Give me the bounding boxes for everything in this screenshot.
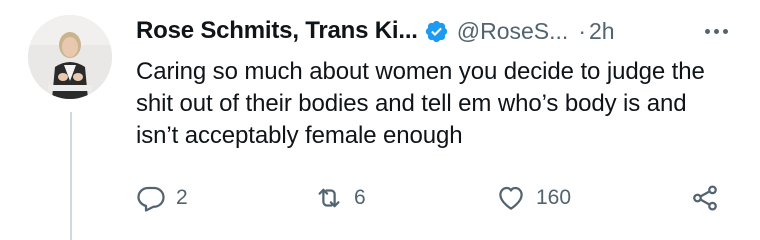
verified-badge-icon xyxy=(424,19,449,44)
author-handle[interactable]: @RoseS... xyxy=(457,18,569,45)
tweet-text: Caring so much about women you decide to… xyxy=(136,58,705,149)
share-icon xyxy=(690,183,720,213)
author-name[interactable]: Rose Schmits, Trans Ki... xyxy=(136,17,418,45)
timestamp[interactable]: 2h xyxy=(589,18,615,45)
retweet-count: 6 xyxy=(354,186,366,209)
like-button[interactable]: 160 xyxy=(496,180,571,216)
retweet-button[interactable]: 6 xyxy=(314,180,366,216)
reply-icon xyxy=(136,183,166,213)
tweet-header: Rose Schmits, Trans Ki... @RoseS... · 2h xyxy=(136,14,736,48)
avatar[interactable] xyxy=(28,15,112,99)
reply-button[interactable]: 2 xyxy=(136,180,188,216)
like-count: 160 xyxy=(536,186,572,209)
share-button[interactable] xyxy=(690,180,720,216)
tweet-actions: 2 6 160 xyxy=(136,180,736,216)
reply-count: 2 xyxy=(176,186,188,209)
more-options-icon[interactable] xyxy=(705,14,728,48)
retweet-icon xyxy=(314,183,344,213)
separator-dot: · xyxy=(578,17,586,44)
thread-line xyxy=(70,112,72,240)
heart-icon xyxy=(496,183,526,213)
avatar-image xyxy=(28,15,112,99)
